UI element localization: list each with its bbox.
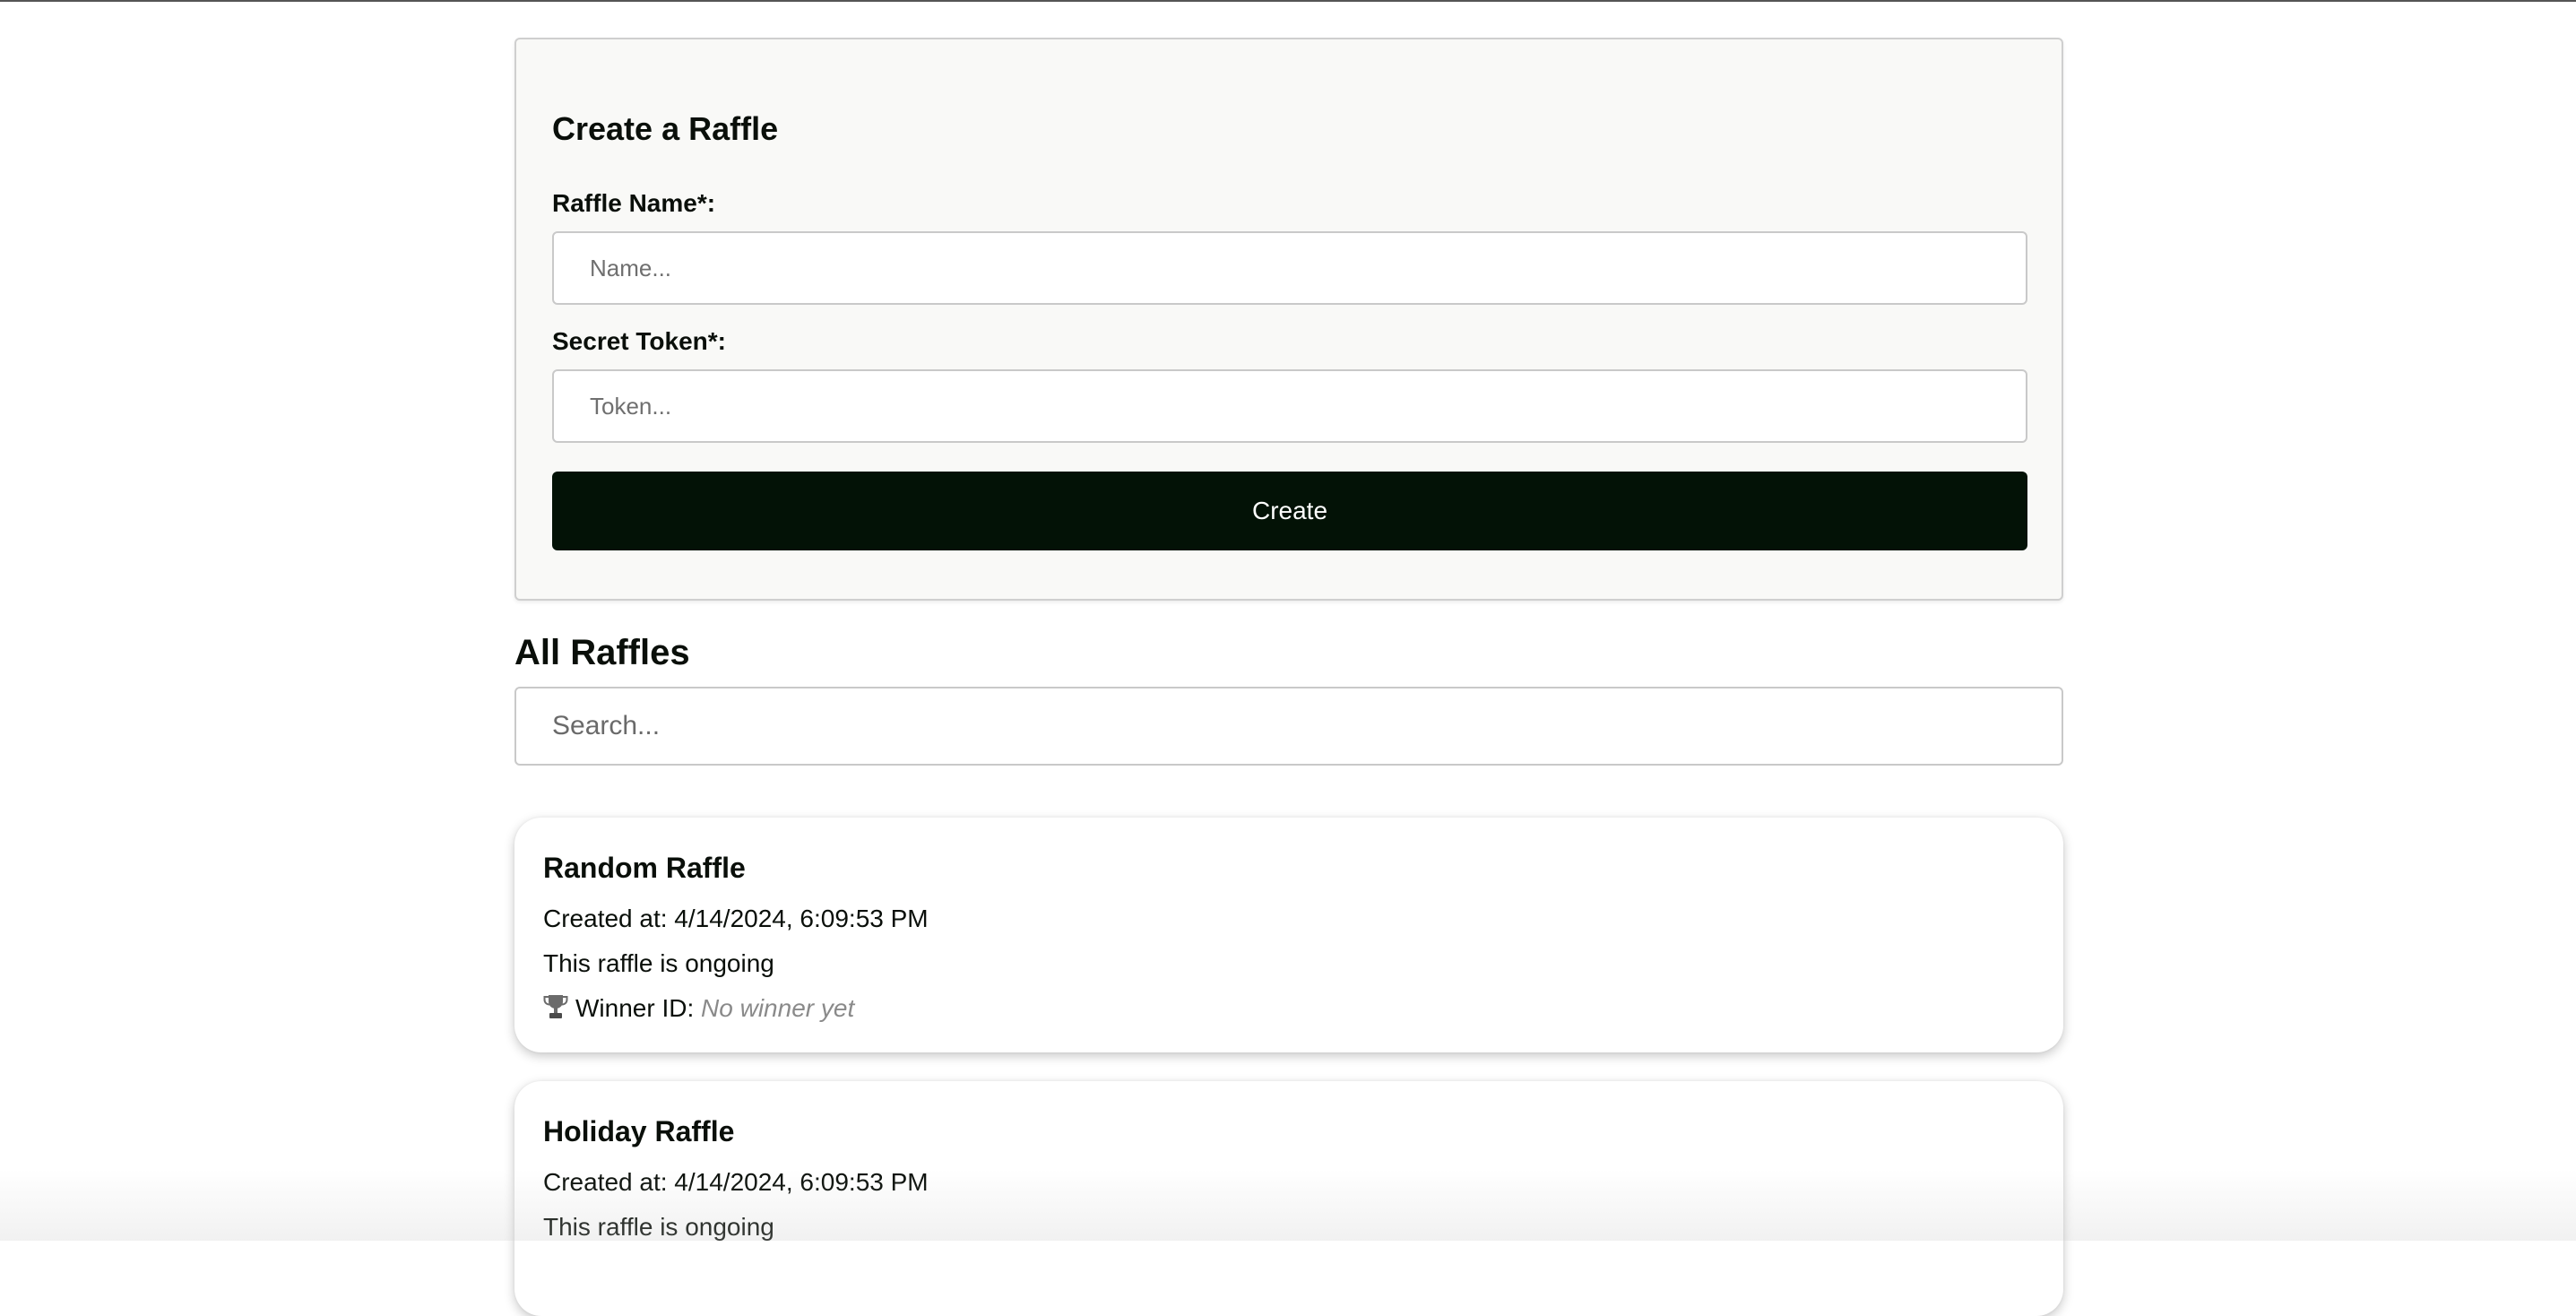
raffle-name: Random Raffle (543, 852, 746, 884)
window-top-border (0, 0, 2576, 2)
raffle-card[interactable]: Random Raffle Created at: 4/14/2024, 6:0… (514, 818, 2063, 1052)
all-raffles-title: All Raffles (514, 633, 690, 672)
raffle-created-at: Created at: 4/14/2024, 6:09:53 PM (543, 905, 929, 932)
raffle-status: This raffle is ongoing (543, 1213, 774, 1241)
secret-token-label: Secret Token*: (552, 327, 726, 355)
create-raffle-form: Create a Raffle Raffle Name*: Secret Tok… (514, 38, 2063, 601)
page-content: Create a Raffle Raffle Name*: Secret Tok… (514, 38, 2063, 1316)
raffle-status: This raffle is ongoing (543, 949, 774, 977)
create-button[interactable]: Create (552, 472, 2027, 550)
raffle-name: Holiday Raffle (543, 1115, 735, 1147)
raffle-name-label: Raffle Name*: (552, 189, 716, 217)
raffle-card[interactable]: Holiday Raffle Created at: 4/14/2024, 6:… (514, 1081, 2063, 1316)
raffle-name-input[interactable] (552, 231, 2027, 305)
winner-id-label: Winner ID: (575, 994, 695, 1022)
winner-id-value: No winner yet (701, 994, 855, 1022)
trophy-icon (543, 995, 568, 1018)
raffle-created-at: Created at: 4/14/2024, 6:09:53 PM (543, 1168, 929, 1196)
raffle-winner: Winner ID: No winner yet (543, 993, 854, 1024)
search-input[interactable] (514, 687, 2063, 766)
secret-token-input[interactable] (552, 369, 2027, 443)
create-raffle-title: Create a Raffle (552, 110, 779, 147)
